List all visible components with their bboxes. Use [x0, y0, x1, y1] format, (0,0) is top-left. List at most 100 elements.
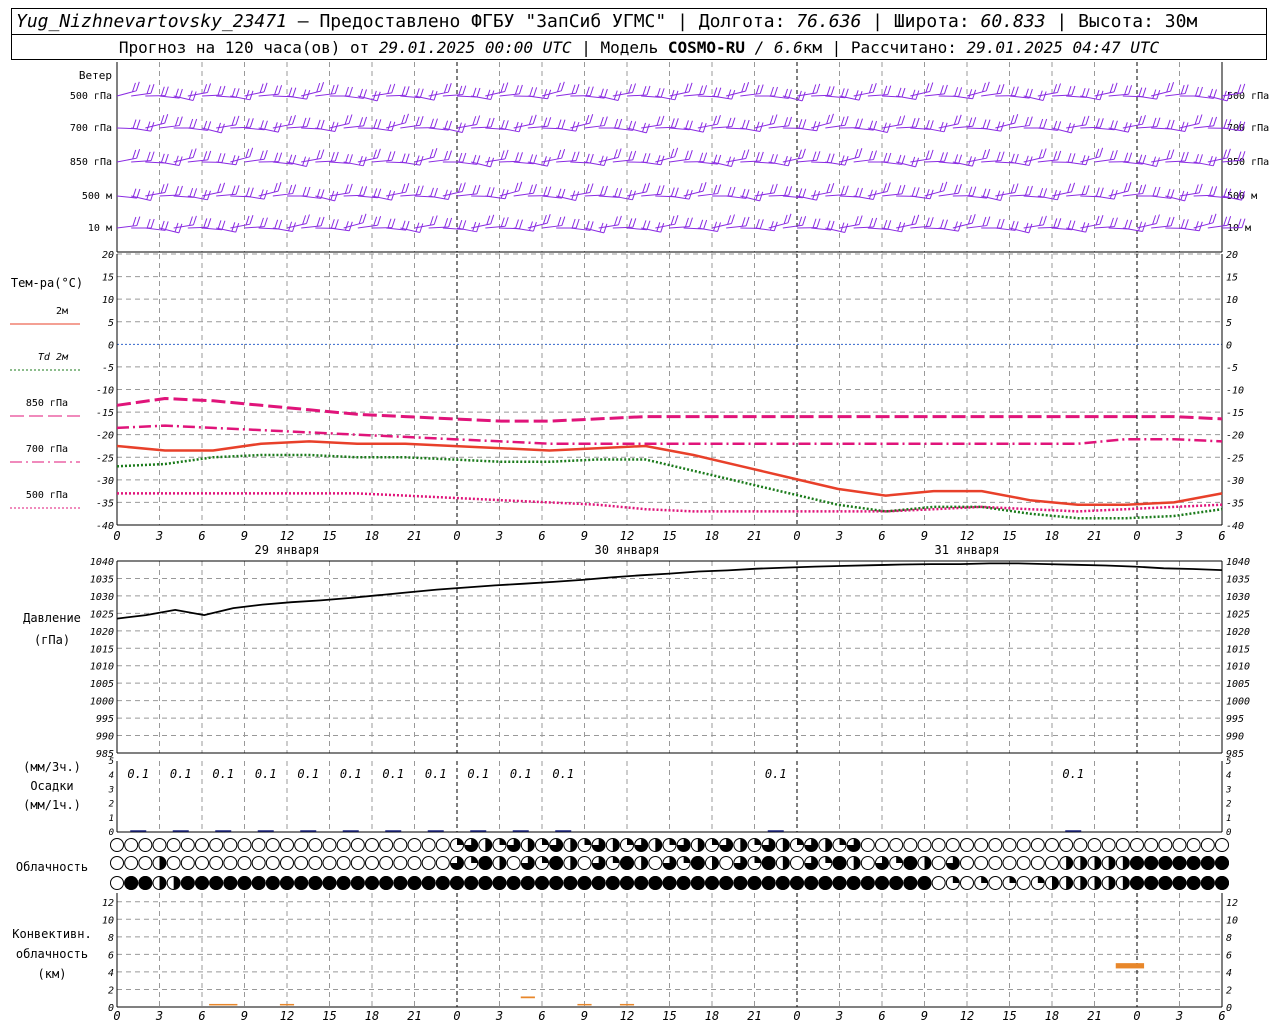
cloud-fill — [471, 856, 478, 863]
wind-barb-flag — [886, 182, 891, 192]
wind-barb-flag — [713, 115, 718, 126]
wind-barb-flag — [278, 152, 283, 162]
wind-barb-flag — [882, 183, 887, 193]
cloud-fill — [889, 876, 904, 890]
temp-ytick: 15 — [102, 273, 114, 284]
conv-xtick: 3 — [1175, 1009, 1183, 1023]
wind-barb-flag — [1109, 150, 1114, 160]
wind-barb-flag — [457, 183, 462, 193]
wind-barb-flag — [362, 156, 367, 166]
precip-value-label: 0.1 — [127, 767, 149, 781]
date-label: 29 января — [254, 543, 319, 557]
wind-barb-flag — [787, 213, 792, 223]
wind-barb-flag — [175, 186, 179, 196]
wind-barb-flag — [741, 217, 746, 227]
conv-xtick: 9 — [921, 1009, 928, 1023]
pres-ytick: 995 — [96, 714, 114, 725]
wind-barb-flag — [405, 113, 409, 123]
conv-xtick: 3 — [155, 1009, 163, 1023]
cloud-circle — [110, 856, 124, 870]
legend-label: Td 2м — [38, 352, 69, 363]
wind-barb-flag — [575, 191, 580, 201]
wind-barb-flag — [628, 218, 633, 228]
cloud-fill — [180, 876, 195, 890]
wind-barb-flag — [1212, 213, 1217, 223]
wind-barb-flag — [518, 181, 523, 191]
temp-xtick: 9 — [921, 529, 928, 543]
wind-barb-flag — [1024, 116, 1029, 127]
wind-barb-flag — [387, 84, 392, 94]
temp-ytick-right: -30 — [1226, 476, 1244, 487]
wind-barb-flag — [684, 189, 689, 199]
wind-barb-flag — [826, 153, 831, 163]
pres-ytick: 1030 — [90, 592, 114, 603]
wind-barb-flag — [589, 183, 594, 193]
wind-barb-flag — [982, 216, 987, 227]
wind-barb-flag — [316, 119, 321, 129]
cloud-fill — [1200, 856, 1215, 870]
cloud-fill — [527, 838, 535, 852]
wind-barb-flag — [1152, 89, 1157, 99]
wind-barb-flag — [344, 153, 349, 164]
wind-barb-flag — [1014, 86, 1019, 96]
cloud-fill — [308, 876, 323, 890]
wind-barb-flag — [1000, 218, 1005, 229]
wind-barb-flag — [528, 221, 533, 231]
wind-barb-flag — [189, 187, 194, 198]
wind-barb-flag — [221, 220, 226, 230]
prec-ytick-right: 0 — [1226, 828, 1231, 838]
cloud-fill — [1144, 876, 1159, 890]
conv-xtick: 9 — [581, 1009, 588, 1023]
cloud-fill — [733, 876, 748, 890]
wind-barb-flag — [873, 120, 878, 131]
wind-barb-flag — [150, 151, 155, 161]
wind-barb-flag — [1166, 82, 1171, 93]
wind-barb-flag — [784, 117, 789, 127]
wind-barb-flag — [816, 191, 821, 201]
wind-barb-flag — [1081, 185, 1086, 195]
conv-xtick: 12 — [620, 1009, 634, 1023]
cloud-fill — [450, 876, 464, 890]
temp-ytick-right: 0 — [1226, 340, 1232, 351]
precip-value-label: 0.1 — [467, 767, 489, 781]
wind-barb-flag — [1198, 183, 1203, 194]
wind-barb-flag — [1170, 149, 1175, 159]
cloud-circle — [322, 856, 337, 870]
cloud-fill — [1130, 876, 1144, 890]
wind-barb-flag — [869, 150, 874, 161]
cloud-circle — [209, 838, 224, 852]
cloud-circle — [336, 856, 351, 870]
wind-barb-flag — [798, 216, 803, 226]
wind-barb-flag — [1038, 149, 1043, 159]
wind-barb-flag — [844, 88, 849, 98]
wind-barb-flag — [359, 117, 364, 127]
wind-barb-flag — [377, 216, 382, 226]
wind-level-label: 500 гПа — [70, 91, 112, 102]
pres-ytick: 1035 — [90, 574, 114, 585]
wind-barb-flag — [533, 87, 538, 97]
cloud-fill — [620, 856, 634, 870]
wind-barb-flag — [883, 219, 888, 230]
cloud-fill — [712, 838, 719, 845]
conv-xtick: 0 — [113, 1009, 120, 1023]
cloud-fill — [407, 876, 422, 890]
wind-barb-flag — [405, 183, 410, 193]
cloud-fill — [570, 856, 577, 870]
cloud-fill — [1108, 856, 1116, 870]
prec-ytick-right: 2 — [1226, 800, 1231, 810]
wind-barb-flag — [1085, 115, 1090, 126]
cloud-circle — [393, 856, 408, 870]
wind-barb-flag — [1071, 182, 1076, 192]
wind-barb-flag — [943, 122, 948, 132]
cloud-fill — [542, 838, 549, 845]
wind-barb-flag — [334, 84, 339, 94]
wind-barb-flag — [263, 120, 268, 130]
cloud-fill — [435, 876, 450, 890]
cloud-fill — [457, 838, 464, 845]
prec-ytick: 5 — [109, 757, 114, 767]
wind-barb-flag — [359, 186, 364, 196]
conv-xtick: 0 — [793, 1009, 800, 1023]
wind-barb-flag — [306, 214, 310, 224]
conv-xtick: 15 — [662, 1009, 676, 1023]
temp-ytick: 5 — [108, 318, 114, 329]
